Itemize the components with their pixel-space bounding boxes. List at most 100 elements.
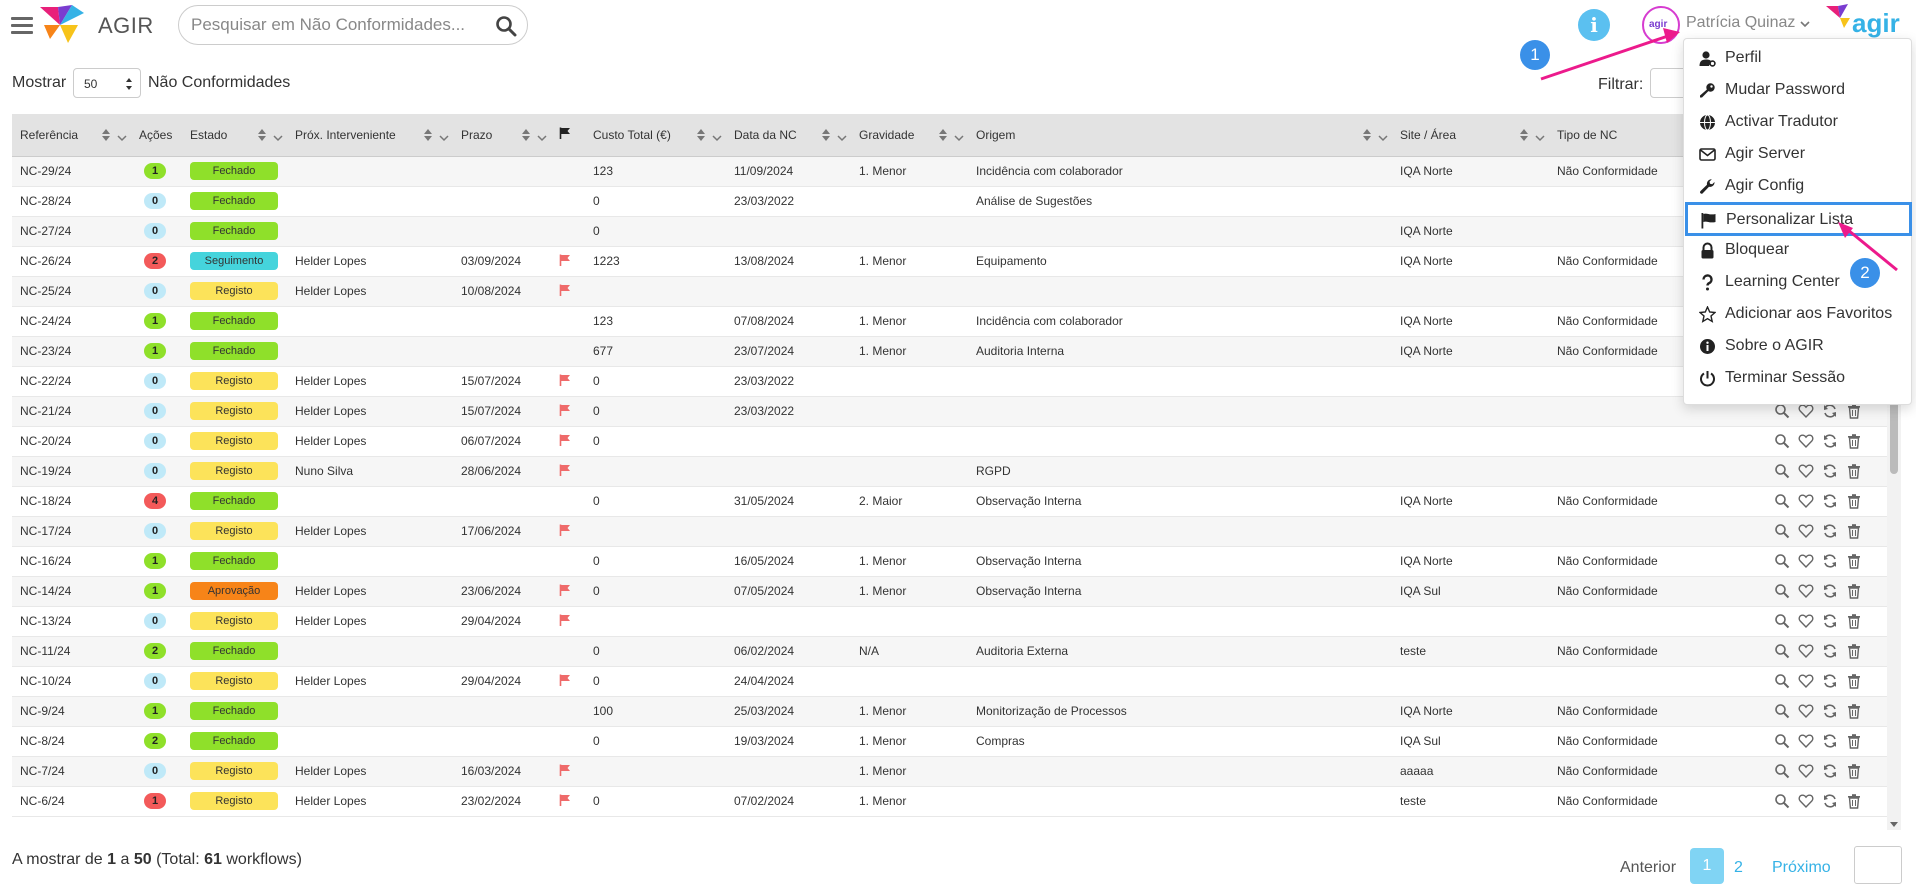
actions-count-badge[interactable]: 0 (144, 433, 166, 449)
sync-icon[interactable] (1822, 673, 1838, 689)
column-header-prox-interveniente[interactable]: Próx. Interveniente (287, 114, 453, 157)
column-header-gravidade[interactable]: Gravidade (851, 114, 968, 157)
menu-item-mudar-password[interactable]: Mudar Password (1685, 74, 1911, 106)
sort-icon[interactable] (1519, 128, 1529, 142)
trash-icon[interactable] (1846, 613, 1862, 629)
heart-icon[interactable] (1798, 463, 1814, 479)
actions-count-badge[interactable]: 0 (144, 193, 166, 209)
sync-icon[interactable] (1822, 403, 1838, 419)
trash-icon[interactable] (1846, 733, 1862, 749)
avatar[interactable]: agir (1642, 6, 1680, 44)
table-row[interactable]: NC-27/24 0 Fechado 0 IQA Norte (12, 216, 1898, 246)
actions-count-badge[interactable]: 0 (144, 403, 166, 419)
actions-count-badge[interactable]: 0 (144, 223, 166, 239)
menu-item-sobre-o-agir[interactable]: Sobre o AGIR (1685, 330, 1911, 362)
chevron-down-icon[interactable] (954, 131, 964, 142)
table-row[interactable]: NC-24/24 1 Fechado 123 07/08/2024 1. Menor Inc… (12, 306, 1898, 336)
hamburger-menu-icon[interactable] (11, 17, 33, 34)
view-icon[interactable] (1774, 523, 1790, 539)
column-header-acoes[interactable]: Ações (131, 114, 182, 157)
chevron-down-icon[interactable] (837, 131, 847, 142)
table-row[interactable]: NC-6/24 1 Registo Helder Lopes 23/02/2024 0 07… (12, 786, 1898, 816)
table-row[interactable]: NC-7/24 0 Registo Helder Lopes 16/03/2024 1. … (12, 756, 1898, 786)
view-icon[interactable] (1774, 583, 1790, 599)
heart-icon[interactable] (1798, 523, 1814, 539)
column-header-prazo[interactable]: Prazo (453, 114, 551, 157)
table-row[interactable]: NC-20/24 0 Registo Helder Lopes 06/07/2024 0 (12, 426, 1898, 456)
table-row[interactable]: NC-19/24 0 Registo Nuno Silva 28/06/2024 RGPD (12, 456, 1898, 486)
view-icon[interactable] (1774, 403, 1790, 419)
trash-icon[interactable] (1846, 463, 1862, 479)
trash-icon[interactable] (1846, 493, 1862, 509)
menu-item-activar-tradutor[interactable]: Activar Tradutor (1685, 106, 1911, 138)
sync-icon[interactable] (1822, 583, 1838, 599)
column-header-custo-total[interactable]: Custo Total (€) (585, 114, 726, 157)
column-header-origem[interactable]: Origem (968, 114, 1392, 157)
chevron-down-icon[interactable] (273, 131, 283, 142)
table-row[interactable]: NC-16/24 1 Fechado 0 16/05/2024 1. Menor Obser… (12, 546, 1898, 576)
table-row[interactable]: NC-22/24 0 Registo Helder Lopes 15/07/2024 0 2… (12, 366, 1898, 396)
view-icon[interactable] (1774, 733, 1790, 749)
menu-item-perfil[interactable]: Perfil (1685, 42, 1911, 74)
actions-count-badge[interactable]: 0 (144, 283, 166, 299)
trash-icon[interactable] (1846, 433, 1862, 449)
trash-icon[interactable] (1846, 703, 1862, 719)
view-icon[interactable] (1774, 643, 1790, 659)
actions-count-badge[interactable]: 0 (144, 463, 166, 479)
actions-count-badge[interactable]: 1 (144, 163, 166, 179)
chevron-down-icon[interactable] (1799, 18, 1811, 30)
search-input[interactable] (191, 14, 481, 36)
heart-icon[interactable] (1798, 703, 1814, 719)
sync-icon[interactable] (1822, 733, 1838, 749)
heart-icon[interactable] (1798, 733, 1814, 749)
view-icon[interactable] (1774, 463, 1790, 479)
agir-logo[interactable] (38, 3, 88, 47)
column-header-referencia[interactable]: Referência (12, 114, 131, 157)
actions-count-badge[interactable]: 2 (144, 253, 166, 269)
menu-item-terminar-sessao[interactable]: Terminar Sessão (1685, 362, 1911, 394)
sync-icon[interactable] (1822, 703, 1838, 719)
view-icon[interactable] (1774, 553, 1790, 569)
chevron-down-icon[interactable] (439, 131, 449, 142)
table-row[interactable]: NC-18/24 4 Fechado 0 31/05/2024 2. Maior Obser… (12, 486, 1898, 516)
sync-icon[interactable] (1822, 493, 1838, 509)
heart-icon[interactable] (1798, 403, 1814, 419)
view-icon[interactable] (1774, 433, 1790, 449)
table-row[interactable]: NC-25/24 0 Registo Helder Lopes 10/08/2024 (12, 276, 1898, 306)
sort-icon[interactable] (101, 128, 111, 142)
menu-item-personalizar-lista[interactable]: Personalizar Lista (1685, 202, 1912, 236)
actions-count-badge[interactable]: 4 (144, 493, 166, 509)
menu-item-adicionar-aos-favoritos[interactable]: Adicionar aos Favoritos (1685, 298, 1911, 330)
heart-icon[interactable] (1798, 553, 1814, 569)
actions-count-badge[interactable]: 1 (144, 793, 166, 809)
menu-item-agir-server[interactable]: Agir Server (1685, 138, 1911, 170)
table-row[interactable]: NC-13/24 0 Registo Helder Lopes 29/04/2024 (12, 606, 1898, 636)
sync-icon[interactable] (1822, 793, 1838, 809)
sort-icon[interactable] (696, 128, 706, 142)
chevron-down-icon[interactable] (117, 131, 127, 142)
search-icon[interactable] (495, 15, 517, 37)
trash-icon[interactable] (1846, 673, 1862, 689)
column-header-estado[interactable]: Estado (182, 114, 287, 157)
view-icon[interactable] (1774, 613, 1790, 629)
sort-icon[interactable] (521, 128, 531, 142)
info-icon[interactable]: i (1578, 9, 1610, 41)
sort-icon[interactable] (423, 128, 433, 142)
view-icon[interactable] (1774, 673, 1790, 689)
actions-count-badge[interactable]: 0 (144, 373, 166, 389)
heart-icon[interactable] (1798, 493, 1814, 509)
actions-count-badge[interactable]: 1 (144, 703, 166, 719)
trash-icon[interactable] (1846, 553, 1862, 569)
table-row[interactable]: NC-23/24 1 Fechado 677 23/07/2024 1. Menor Aud… (12, 336, 1898, 366)
actions-count-badge[interactable]: 0 (144, 523, 166, 539)
sort-icon[interactable] (938, 128, 948, 142)
sync-icon[interactable] (1822, 613, 1838, 629)
trash-icon[interactable] (1846, 763, 1862, 779)
heart-icon[interactable] (1798, 763, 1814, 779)
actions-count-badge[interactable]: 1 (144, 583, 166, 599)
actions-count-badge[interactable]: 2 (144, 643, 166, 659)
actions-count-badge[interactable]: 0 (144, 673, 166, 689)
table-row[interactable]: NC-21/24 0 Registo Helder Lopes 15/07/2024 0 2… (12, 396, 1898, 426)
table-row[interactable]: NC-29/24 1 Fechado 123 11/09/2024 1. Menor Inc… (12, 156, 1898, 186)
sync-icon[interactable] (1822, 643, 1838, 659)
